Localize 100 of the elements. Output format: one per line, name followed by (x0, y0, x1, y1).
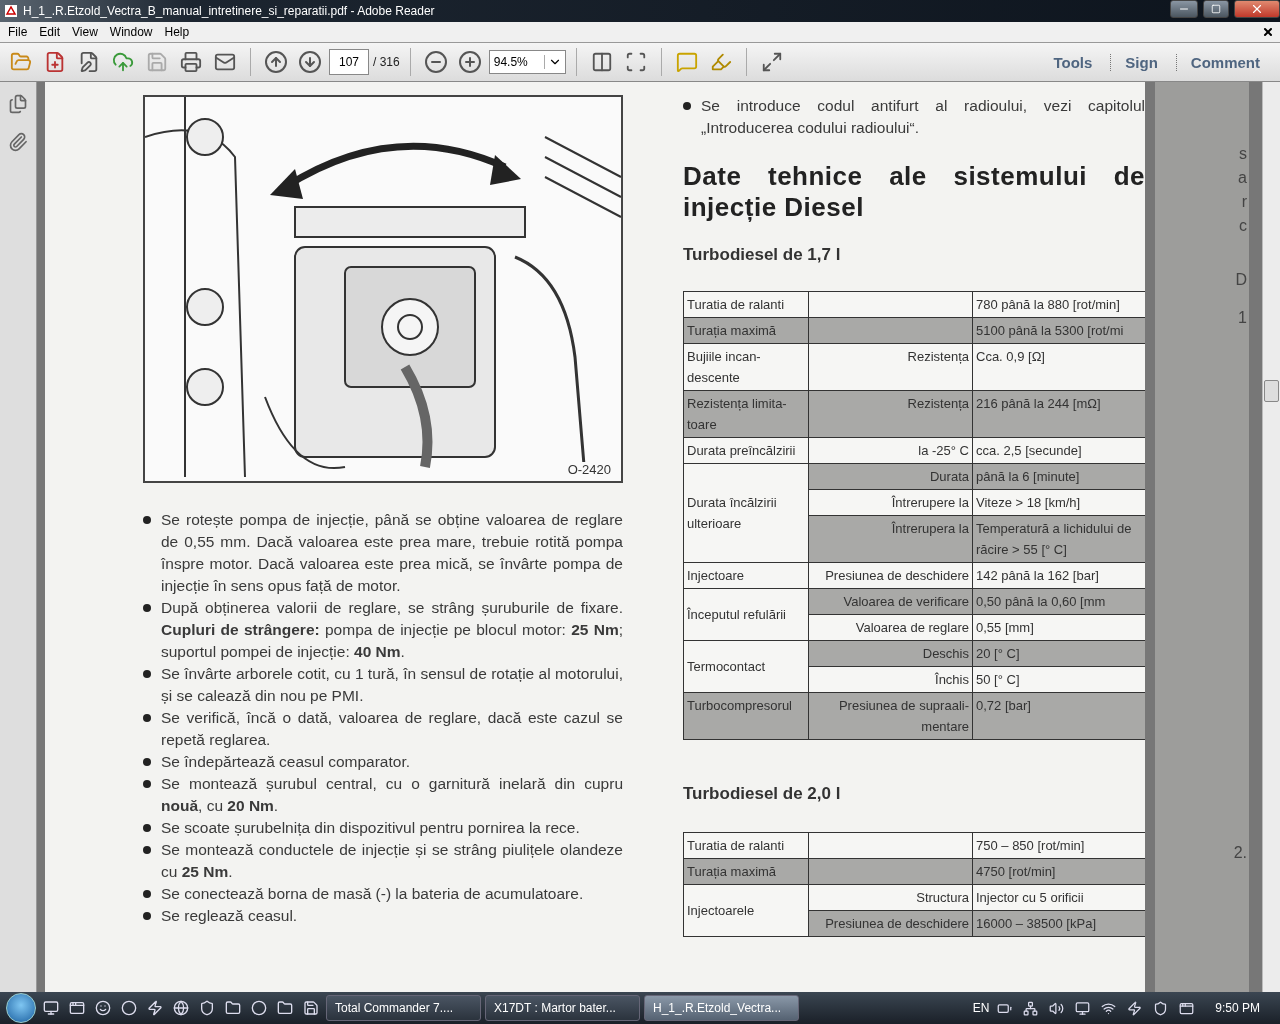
close-icon[interactable] (1262, 26, 1274, 38)
table-cell: Închis (808, 666, 973, 693)
bullet-icon (143, 516, 151, 524)
table-cell: 780 până la 880 [rot/min] (972, 291, 1145, 318)
table-cell: Turația maximă (683, 858, 809, 885)
page-text: r (1241, 192, 1247, 212)
table-cell: Turbocompresorul (683, 692, 809, 740)
table-cell: Întrerupere la (808, 489, 973, 516)
menu-item[interactable]: File (2, 25, 34, 39)
table-cell: Injectoare (683, 562, 809, 589)
table-cell: Turația maximă (683, 317, 809, 344)
bullet-text: Se verifică, încă o dată, valoarea de reglare, dacă este cazul se repetă reglarea. (161, 708, 623, 750)
menu-item[interactable]: View (66, 25, 104, 39)
table-cell: la -25° C (808, 437, 973, 464)
bullet-text: Se introduce codul antifurt al radioului, vezi capitolul „Introducerea codului radioului“. (701, 96, 1145, 138)
page-text: a (1238, 168, 1247, 188)
taskbar-button[interactable]: H_1_.R.Etzold_Vectra... (644, 995, 799, 1021)
bullet-text: Se rotește pompa de injecție, până se obține valoarea de reglare de 0,55 mm. Dacă valoarea este prea mare, trebuie rotită pompa înspre motor. Dacă valoarea este prea mică, se învârte pompa de injecție în sens opus față de motor. (161, 510, 623, 596)
table-cell: Rezistența (808, 390, 973, 438)
bullet-icon (143, 846, 151, 854)
bullet-icon (143, 824, 151, 832)
table-cell: cca. 2,5 [secunde] (972, 437, 1145, 464)
bullet-icon (143, 670, 151, 678)
window-title: H_1_.R.Etzold_Vectra_B_manual_intretinere_si_reparatii.pdf - Adobe Reader (23, 4, 436, 18)
table-cell: Durata (808, 463, 973, 490)
bullet-icon (143, 714, 151, 722)
page-text: 1 (1238, 308, 1247, 328)
bullet-icon (143, 912, 151, 920)
zoom-dropdown[interactable]: 94.5% (488, 50, 566, 74)
table-cell: până la 6 [minute] (972, 463, 1145, 490)
restore-icon (1211, 4, 1221, 14)
table-cell: Deschis (808, 640, 973, 667)
menu-item[interactable]: Window (103, 25, 159, 39)
pages-icon[interactable] (8, 94, 28, 114)
table-cell: 16000 – 38500 [kPa] (972, 910, 1145, 937)
bullet-icon (143, 780, 151, 788)
table-cell: Presiunea de deschidere (808, 910, 973, 937)
figure-caption: O-2420 (567, 462, 611, 477)
menu-item[interactable]: Help (158, 25, 196, 39)
panel-link[interactable]: Tools (1039, 53, 1107, 71)
table-cell: Cca. 0,9 [Ω] (972, 343, 1145, 391)
menu-item[interactable]: Edit (33, 25, 67, 39)
taskbar-button[interactable]: Total Commander 7.... (326, 995, 481, 1021)
clock[interactable]: 9:50 PM (1215, 1001, 1260, 1015)
table-cell: 0,50 până la 0,60 [mm (972, 588, 1145, 615)
bullet-icon (143, 604, 151, 612)
minimize-button[interactable] (1170, 0, 1198, 18)
table-cell: 50 [° C] (972, 666, 1145, 693)
bullet-text: Se montează șurubul central, cu o garnitură inelară din cupru nouă, cu 20 Nm. (161, 774, 623, 816)
page-text: 2. (1233, 843, 1247, 863)
bullet-icon (143, 758, 151, 766)
page-count: / 316 (373, 55, 400, 69)
table-cell: 20 [° C] (972, 640, 1145, 667)
page-text: c (1239, 216, 1247, 236)
scrollbar[interactable] (1262, 82, 1280, 992)
table-cell: Structura (808, 884, 973, 911)
bullet-text: Se învârte arborele cotit, cu 1 tură, în sensul de rotație al motorului, și se calează din nou pe PMI. (161, 664, 623, 706)
table-cell: Valoarea de verificare (808, 588, 973, 615)
bullet-text: Se scoate șurubelnița din dispozitivul pentru pornirea la rece. (161, 818, 580, 838)
table-cell: Injector cu 5 orificii (972, 884, 1145, 911)
taskbar-button[interactable]: X17DT : Martor bater... (485, 995, 640, 1021)
table-cell: 4750 [rot/min] (972, 858, 1145, 885)
close-button[interactable] (1234, 0, 1280, 18)
panel-link[interactable]: Comment (1175, 53, 1274, 71)
page-number-field[interactable]: 107 (329, 49, 369, 75)
table-cell: Durata preîncălzirii (683, 437, 809, 464)
table-cell: Injectoarele (683, 884, 809, 937)
restore-button[interactable] (1203, 0, 1229, 18)
table-cell: Valoarea de reglare (808, 614, 973, 641)
bullet-text: Se montează conductele de injecție și se strâng piulițele olandeze cu 25 Nm. (161, 840, 623, 882)
table-cell: Întrerupera la (808, 515, 973, 563)
bullet-text: Se îndepărtează ceasul comparator. (161, 752, 410, 772)
bullet-text: Se conectează borna de masă (-) la bateria de acumulatoare. (161, 884, 584, 904)
table-cell: 216 până la 244 [mΩ] (972, 390, 1145, 438)
table-cell: Rezistența limita-toare (683, 390, 809, 438)
page-text: D (1235, 270, 1247, 290)
table-cell: Temperatură a lichidului de răcire > 55 [° C] (972, 515, 1145, 563)
table-cell: Termocontact (683, 640, 809, 693)
scroll-thumb[interactable] (1264, 380, 1279, 402)
table-cell: Turatia de ralanti (683, 832, 809, 859)
page-text: s (1239, 144, 1247, 164)
panel-link[interactable]: Sign (1110, 53, 1172, 71)
table-cell: 0,72 [bar] (972, 692, 1145, 740)
start-button[interactable] (6, 993, 36, 1023)
table-cell: Presiunea de deschidere (808, 562, 973, 589)
table-title: Turbodiesel de 1,7 l (683, 245, 842, 265)
paperclip-icon[interactable] (8, 132, 28, 152)
bullet-text: După obținerea valorii de reglare, se strâng șuruburile de fixare. Cupluri de strângere: pompa de injecție pe blocul motor: 25 Nm; suportul pompei de injecție: 40 Nm. (161, 598, 623, 662)
bullet-text: Se reglează ceasul. (161, 906, 298, 926)
table-cell: Rezistența (808, 343, 973, 391)
table-cell: Durata încălzirii ulterioare (683, 463, 809, 563)
table-cell: 142 până la 162 [bar] (972, 562, 1145, 589)
section-heading: Date tehnice ale sistemului de injecție Diesel (683, 161, 1145, 223)
table-title: Turbodiesel de 2,0 l (683, 784, 842, 804)
table-cell: 5100 până la 5300 [rot/mi (972, 317, 1145, 344)
pdf-icon (4, 4, 18, 18)
close-icon (1250, 2, 1264, 16)
bullet-icon (143, 890, 151, 898)
language-indicator[interactable]: EN (972, 1001, 990, 1015)
table-cell: Viteze > 18 [km/h] (972, 489, 1145, 516)
